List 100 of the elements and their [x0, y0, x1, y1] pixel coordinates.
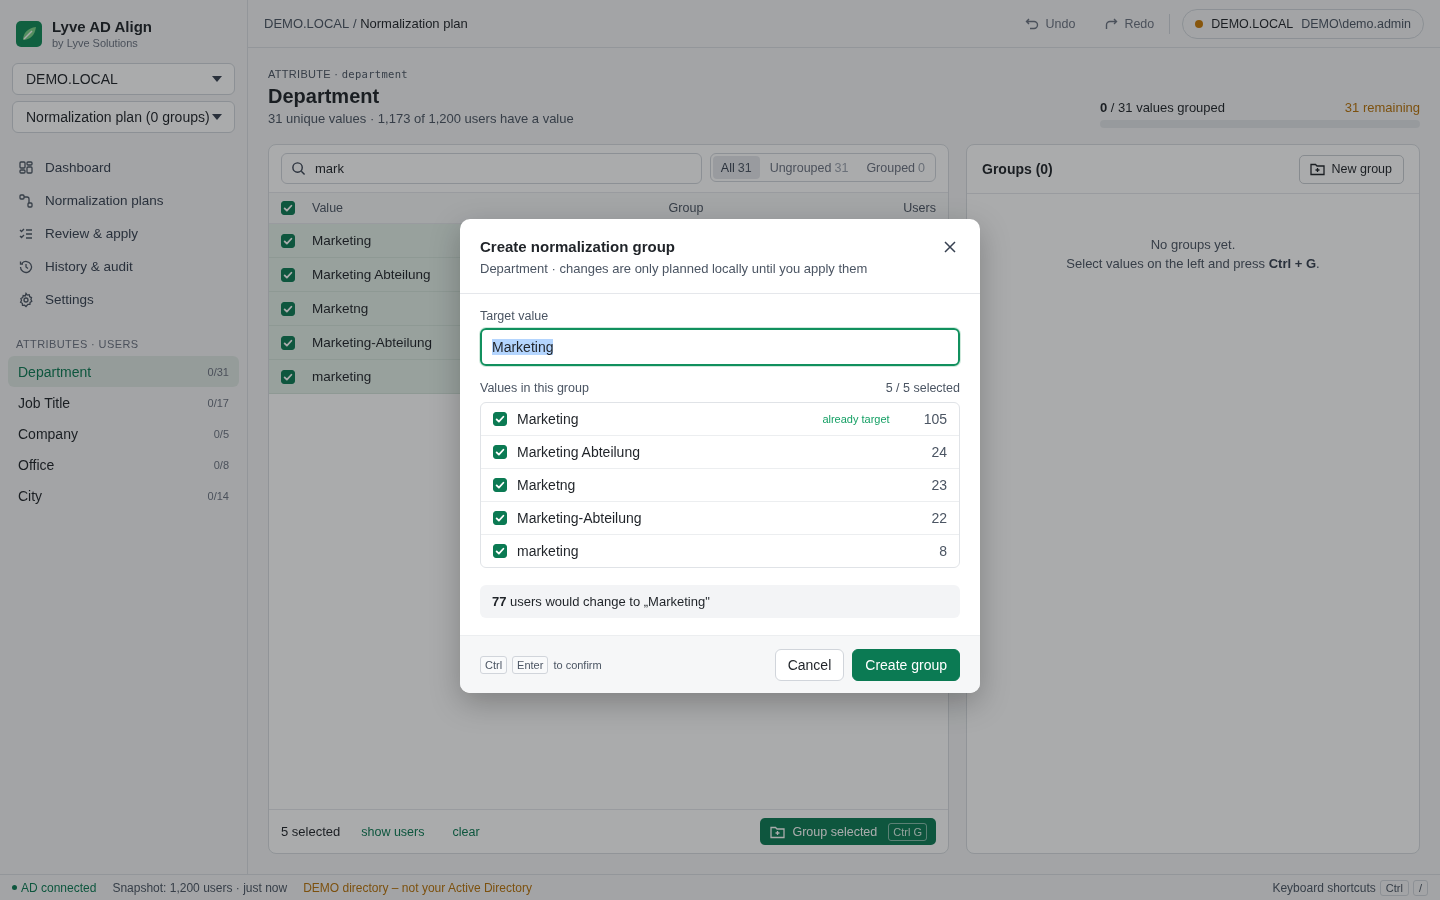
- status-dot: [1195, 19, 1204, 28]
- value-cell: Marketing-Abteilung: [312, 335, 433, 350]
- page-subtitle: 31 unique values · 1,173 of 1,200 users have a value: [268, 111, 574, 126]
- panel-title: Groups (0): [982, 161, 1053, 177]
- nav-item[interactable]: Dashboard: [8, 151, 239, 184]
- value-cell: marketing: [312, 369, 372, 384]
- breadcrumb-current: Normalization plan: [360, 16, 468, 31]
- value-label: marketing: [517, 543, 580, 559]
- section-heading: ATTRIBUTES · USERS: [16, 338, 140, 350]
- snapshot-info: Snapshot: 1,200 users · just now: [112, 880, 288, 895]
- checkbox[interactable]: [281, 233, 295, 248]
- target-note: already target: [822, 413, 890, 425]
- nav-icon: [18, 291, 34, 308]
- search-icon: [291, 161, 306, 176]
- user-count: 23: [931, 477, 947, 493]
- group-selected-button[interactable]: Group selected Ctrl G: [760, 818, 936, 845]
- attribute-item[interactable]: Company 0/5: [8, 418, 239, 449]
- plan-select[interactable]: Normalization plan (0 groups): [12, 101, 235, 133]
- value-label: Marketng: [517, 477, 577, 493]
- nav-item[interactable]: Normalization plans: [8, 184, 239, 217]
- checkbox[interactable]: [281, 301, 295, 316]
- value-label: Marketing Abteilung: [517, 444, 641, 460]
- clear-link[interactable]: clear: [452, 824, 480, 839]
- nav-item[interactable]: Settings: [8, 283, 239, 316]
- checkbox[interactable]: [493, 445, 507, 459]
- checkbox[interactable]: [281, 369, 295, 384]
- nav-icon: [18, 159, 34, 176]
- show-users-link[interactable]: show users: [361, 824, 425, 839]
- close-icon[interactable]: [944, 241, 956, 253]
- attribute-key: department: [341, 68, 408, 80]
- cancel-button[interactable]: Cancel: [774, 648, 845, 681]
- attribute-item[interactable]: Office 0/8: [8, 449, 239, 480]
- progress-label: 0 / 31 values grouped: [1100, 100, 1226, 115]
- demo-warning: DEMO directory – not your Active Directory: [303, 880, 532, 895]
- undo-button[interactable]: Undo: [1025, 16, 1076, 31]
- column-header: Value: [312, 201, 345, 215]
- section-label: Values in this group: [480, 381, 589, 395]
- app-name: Lyve AD Align: [52, 18, 152, 35]
- shortcut-hint: to confirm: [553, 658, 602, 671]
- connection-status: AD connected: [21, 880, 97, 895]
- field-label: Target value: [480, 309, 550, 323]
- checkbox[interactable]: [281, 267, 295, 282]
- nav-icon: [18, 192, 34, 209]
- shortcuts-label: Keyboard shortcuts: [1272, 880, 1376, 895]
- key-cap: /: [1412, 879, 1428, 896]
- checkbox[interactable]: [281, 335, 295, 350]
- checkbox[interactable]: [493, 544, 507, 558]
- dialog-title: Create normalization group: [480, 238, 677, 255]
- change-summary: 77 users would change to „Marketing": [480, 585, 960, 618]
- key-cap: Ctrl: [1379, 879, 1409, 896]
- checkbox[interactable]: [493, 478, 507, 492]
- caret-icon: [212, 114, 222, 120]
- connection-domain: DEMO.LOCAL: [1211, 16, 1294, 31]
- checkbox[interactable]: [493, 412, 507, 426]
- column-header: Group: [668, 201, 704, 215]
- key-cap: Ctrl: [480, 655, 508, 674]
- attribute-item[interactable]: Job Title 0/17: [8, 387, 239, 418]
- user-count: 24: [931, 444, 947, 460]
- attribute-overline: ATTRIBUTE ·: [268, 68, 339, 80]
- value-label: Marketing-Abteilung: [517, 510, 643, 526]
- folder-plus-icon: [1309, 162, 1325, 176]
- remaining-label: 31 remaining: [1344, 100, 1420, 115]
- key-cap: Enter: [512, 655, 549, 674]
- user-count: 105: [923, 411, 947, 427]
- undo-icon: [1025, 16, 1040, 31]
- value-cell: Marketng: [312, 301, 369, 316]
- column-header: Users: [903, 201, 936, 215]
- breadcrumb-link[interactable]: DEMO.LOCAL: [264, 16, 350, 31]
- nav-icon: [18, 258, 34, 275]
- new-group-button[interactable]: New group: [1298, 154, 1404, 184]
- attribute-item[interactable]: City 0/14: [8, 480, 239, 511]
- app-logo: [16, 20, 42, 47]
- value-cell: Marketing: [312, 233, 372, 248]
- target-value-field[interactable]: Marketing: [480, 328, 960, 366]
- user-count: 8: [939, 543, 947, 559]
- value-cell: Marketing Abteilung: [312, 267, 431, 282]
- attribute-item[interactable]: Department 0/31: [8, 356, 239, 387]
- user-count: 22: [931, 510, 947, 526]
- redo-button[interactable]: Redo: [1104, 16, 1155, 31]
- connection-user: DEMO\demo.admin: [1301, 16, 1411, 31]
- nav-item[interactable]: Review & apply: [8, 217, 239, 250]
- breadcrumb-separator: /: [352, 16, 357, 31]
- domain-select[interactable]: DEMO.LOCAL: [12, 63, 235, 95]
- empty-state-title: No groups yet.: [1149, 236, 1237, 254]
- nav-item[interactable]: History & audit: [8, 250, 239, 283]
- caret-icon: [212, 76, 222, 82]
- empty-state-hint: Select values on the left and press Ctrl + G.: [1065, 255, 1321, 273]
- selection-count: 5 / 5 selected: [885, 381, 960, 395]
- filter-tab[interactable]: Ungrouped 31: [761, 156, 857, 179]
- filter-tab[interactable]: All 31: [712, 156, 760, 179]
- selection-count: 5 selected: [281, 824, 341, 839]
- checkbox[interactable]: [493, 511, 507, 525]
- checkbox[interactable]: [281, 201, 295, 215]
- redo-icon: [1104, 16, 1119, 31]
- app-byline: by Lyve Solutions: [52, 37, 139, 49]
- create-group-button[interactable]: Create group: [852, 648, 960, 681]
- search-field[interactable]: mark: [281, 153, 702, 184]
- folder-plus-icon: [770, 824, 786, 839]
- page-title: Department: [268, 85, 381, 108]
- filter-tab[interactable]: Grouped 0: [858, 156, 933, 179]
